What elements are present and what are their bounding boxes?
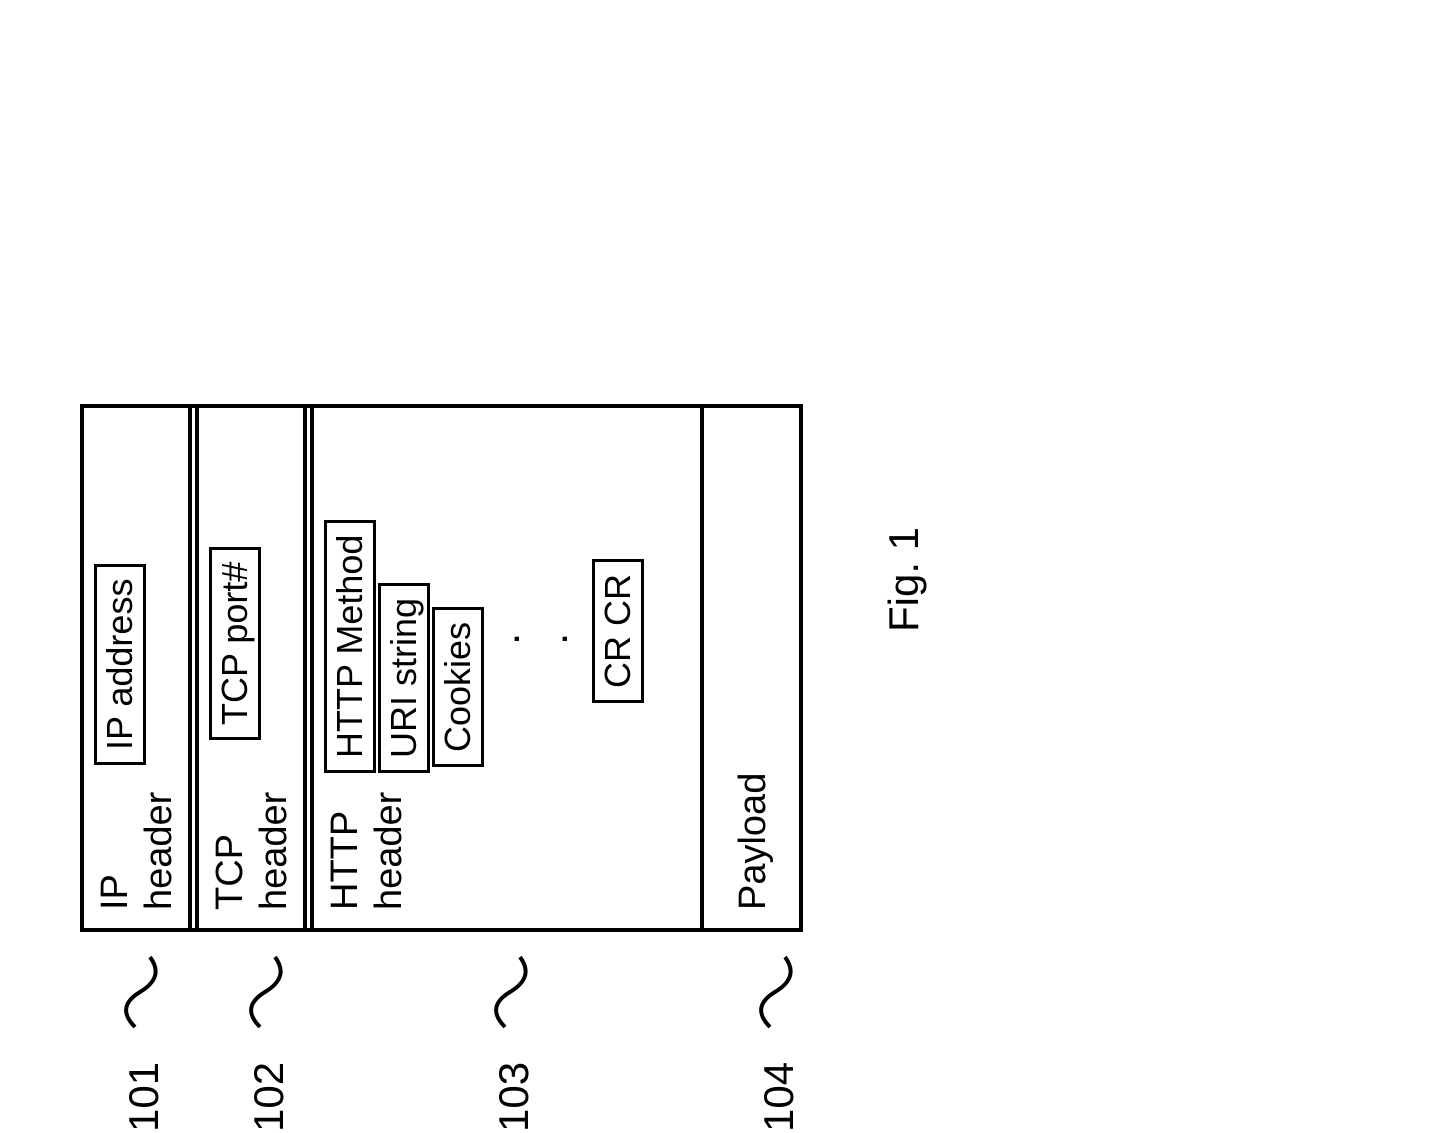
ellipsis-dot-1: . <box>486 520 534 643</box>
http-method-field: HTTP Method <box>324 520 376 773</box>
tcp-port-field: TCP port# <box>209 547 261 740</box>
uri-string-field: URI string <box>378 583 430 773</box>
crcr-field: CR CR <box>592 559 644 703</box>
http-header-label: HTTP header <box>324 792 411 910</box>
ref-num-104: 104 <box>755 1062 803 1132</box>
tcp-header-label: TCP header <box>209 792 296 910</box>
ref-num-102: 102 <box>245 1062 293 1132</box>
figure-caption: Fig. 1 <box>880 527 928 632</box>
connector-101 <box>115 952 175 1032</box>
packet-diagram: 101 102 103 104 <box>80 182 803 932</box>
connector-102 <box>240 952 300 1032</box>
cookies-field: Cookies <box>432 607 484 767</box>
http-fields-group: HTTP Method URI string Cookies . . CR CR <box>324 520 644 773</box>
payload-label: Payload <box>732 426 776 910</box>
packet-structure: IP header IP address TCP header TCP port… <box>80 404 803 932</box>
ref-num-101: 101 <box>120 1062 168 1132</box>
ref-num-103: 103 <box>490 1062 538 1132</box>
ellipsis-dot-2: . <box>534 520 582 643</box>
tcp-header-section: TCP header TCP port# <box>199 408 314 928</box>
payload-section: Payload <box>704 408 799 928</box>
ip-header-section: IP header IP address <box>84 408 199 928</box>
connector-103 <box>485 952 545 1032</box>
http-header-section: HTTP header HTTP Method URI string Cooki… <box>314 408 704 928</box>
connector-104 <box>750 952 810 1032</box>
ip-header-label: IP header <box>94 792 181 910</box>
ip-address-field: IP address <box>94 564 146 765</box>
